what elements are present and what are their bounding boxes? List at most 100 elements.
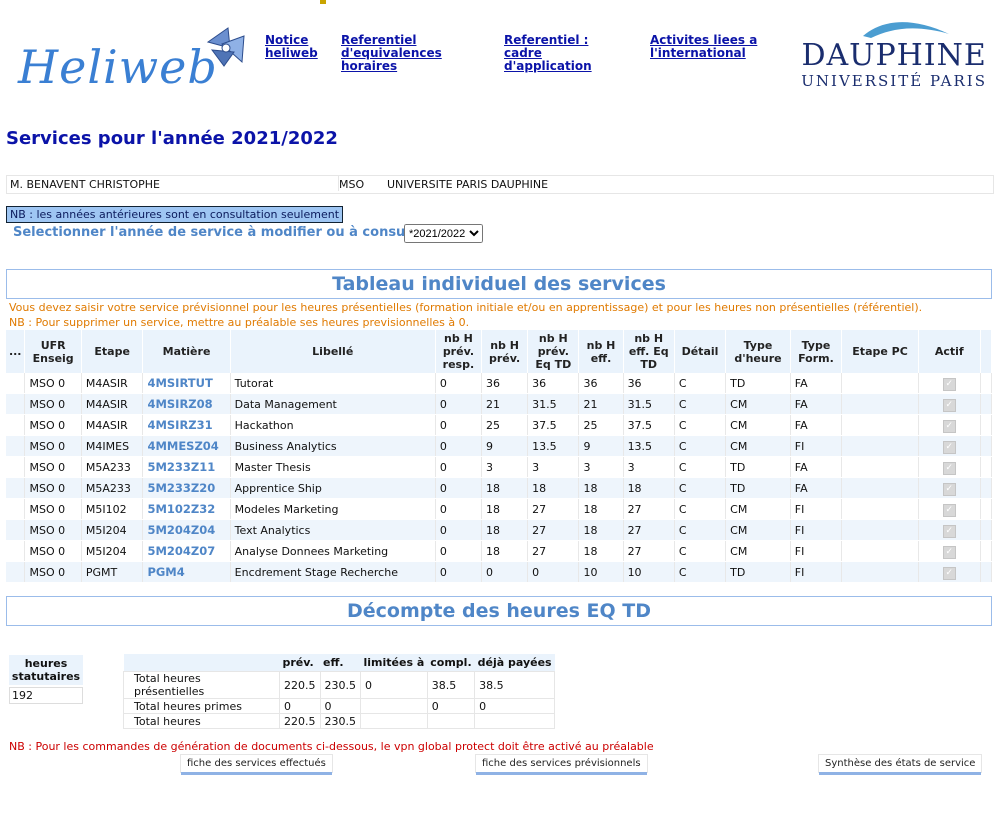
actif-checkbox[interactable]: ✓ [942, 419, 956, 433]
actif-checkbox[interactable]: ✓ [942, 482, 956, 496]
fiche-services-previsionnels-button[interactable]: fiche des services prévisionnels [476, 755, 647, 772]
actif-checkbox[interactable]: ✓ [942, 503, 956, 517]
warning-delete: NB : Pour supprimer un service, mettre a… [9, 316, 470, 329]
cell-prev-eqtd: 27 [527, 498, 580, 520]
cell-actif: ✓ [918, 561, 981, 583]
cell-etape-pc [841, 393, 920, 415]
actif-checkbox[interactable]: ✓ [942, 524, 956, 538]
matiere-link[interactable]: 5M233Z11 [147, 460, 215, 474]
cell-prev: 0 [481, 561, 529, 583]
totals-cell: Total heures [123, 713, 280, 729]
cell-libelle: Analyse Donnees Marketing [230, 540, 436, 562]
link-referentiel-cadre[interactable]: Referentiel : cadre d'application [504, 34, 629, 73]
totals-cell [360, 713, 428, 729]
link-referentiel-equivalences[interactable]: Referentiel d'equivalences horaires [341, 34, 491, 73]
cell-prev-resp: 0 [435, 414, 483, 436]
matiere-link[interactable]: 4MSIRZ08 [147, 397, 212, 411]
row-menu-cell [6, 393, 26, 415]
totals-cell: 220.5 [279, 671, 321, 699]
cell-libelle: Hackathon [230, 414, 436, 436]
cell-eff-eqtd: 27 [623, 540, 675, 562]
cell-detail: C [674, 456, 727, 478]
totals-cell: 0 [474, 698, 556, 714]
fiche-services-effectues-button[interactable]: fiche des services effectués [181, 755, 332, 772]
matiere-link[interactable]: 4MMESZ04 [147, 439, 218, 453]
cell-type-form: FI [790, 435, 843, 457]
actif-checkbox[interactable]: ✓ [942, 566, 956, 580]
cell-libelle: Text Analytics [230, 519, 436, 541]
cell-etape: M4ASIR [81, 373, 144, 394]
cell-type-heure: CM [725, 519, 791, 541]
cell-prev-eqtd: 0 [527, 561, 580, 583]
cell-etape: M5A233 [81, 477, 144, 499]
cell-eff-eqtd: 18 [623, 477, 675, 499]
satellite-logo-icon [206, 27, 245, 67]
link-activites-international[interactable]: Activites liees a l'international [650, 34, 760, 60]
universite-paris-text: UNIVERSITÉ PARIS [801, 72, 987, 90]
col-etape: Etape [81, 330, 144, 373]
statutory-hours-value: 192 [9, 687, 83, 704]
cell-type-heure: CM [725, 435, 791, 457]
matiere-link[interactable]: PGM4 [147, 565, 184, 579]
totals-table: prév. eff. limitées à compl. déjà payées… [123, 654, 556, 729]
table-row: MSO 0 M5A233 5M233Z20 Apprentice Ship 0 18 18 1… [6, 477, 993, 499]
cell-actif: ✓ [918, 414, 981, 436]
cell-actif: ✓ [918, 393, 981, 415]
cell-matiere: 4MSIRZ08 [142, 393, 231, 415]
cell-prev-eqtd: 31.5 [527, 393, 580, 415]
cell-type-heure: CM [725, 540, 791, 562]
matiere-link[interactable]: 4MSIRTUT [147, 376, 212, 390]
cell-etape-pc [841, 540, 920, 562]
col-prev-eqtd: nb H prév. Eq TD [527, 330, 580, 373]
col-ufr: UFR Enseig [24, 330, 82, 373]
totals-cell: Total heures présentielles [123, 671, 280, 699]
cell-eff: 36 [578, 373, 624, 394]
totals-header-row: prév. eff. limitées à compl. déjà payées [123, 654, 555, 672]
matiere-link[interactable]: 5M233Z20 [147, 481, 215, 495]
cell-prev-resp: 0 [435, 456, 483, 478]
cell-eff: 3 [578, 456, 624, 478]
link-notice-heliweb[interactable]: Notice heliweb [265, 34, 325, 60]
cell-eff: 18 [578, 477, 624, 499]
dauphine-logo: DAUPHINE UNIVERSITÉ PARIS [801, 22, 987, 90]
decompte-section-title: Décompte des heures EQ TD [6, 596, 992, 626]
col-matiere: Matière [142, 330, 231, 373]
row-menu-cell [6, 373, 26, 394]
cell-prev-resp: 0 [435, 519, 483, 541]
cell-ufr: MSO 0 [24, 498, 82, 520]
actif-checkbox[interactable]: ✓ [942, 461, 956, 475]
cell-eff: 10 [578, 561, 624, 583]
year-select[interactable]: *2021/2022 [404, 224, 483, 243]
cell-actif: ✓ [918, 519, 981, 541]
cell-libelle: Master Thesis [230, 456, 436, 478]
actif-checkbox[interactable]: ✓ [942, 398, 956, 412]
cell-eff-eqtd: 37.5 [623, 414, 675, 436]
cell-matiere: 5M102Z32 [142, 498, 231, 520]
heliweb-logo: Heliweb [18, 40, 218, 94]
col-eff-eqtd: nb H eff. Eq TD [623, 330, 675, 373]
totals-cell: 230.5 [319, 713, 361, 729]
totals-cell: 0 [279, 698, 321, 714]
table-row: MSO 0 M4ASIR 4MSIRTUT Tutorat 0 36 36 36 36 C TD FA… [6, 373, 993, 394]
matiere-link[interactable]: 5M204Z04 [147, 523, 215, 537]
actif-checkbox[interactable]: ✓ [942, 545, 956, 559]
synthese-etats-service-button[interactable]: Synthèse des états de service [819, 755, 982, 772]
cell-etape: M4ASIR [81, 393, 144, 415]
col-eff: nb H eff. [578, 330, 624, 373]
matiere-link[interactable]: 4MSIRZ31 [147, 418, 212, 432]
actif-checkbox[interactable]: ✓ [942, 377, 956, 391]
consultation-note: NB : les années antérieures sont en cons… [6, 206, 344, 223]
cell-etape: M4ASIR [81, 414, 144, 436]
col-menu[interactable]: ... [6, 330, 26, 373]
table-row: MSO 0 PGMT PGM4 Encdrement Stage Recherche 0… [6, 561, 993, 583]
matiere-link[interactable]: 5M204Z07 [147, 544, 215, 558]
totals-row: Total heures présentielles 220.5 230.5 0 38.… [123, 671, 556, 699]
cell-ufr: MSO 0 [24, 456, 82, 478]
cell-detail: C [674, 561, 727, 583]
cell-prev-eqtd: 36 [527, 373, 580, 394]
cell-ufr: MSO 0 [24, 540, 82, 562]
cell-etape: M5I204 [81, 519, 144, 541]
matiere-link[interactable]: 5M102Z32 [147, 502, 215, 516]
table-row: MSO 0 M5I204 5M204Z07 Analyse Donnees Marke… [6, 540, 993, 562]
actif-checkbox[interactable]: ✓ [942, 440, 956, 454]
